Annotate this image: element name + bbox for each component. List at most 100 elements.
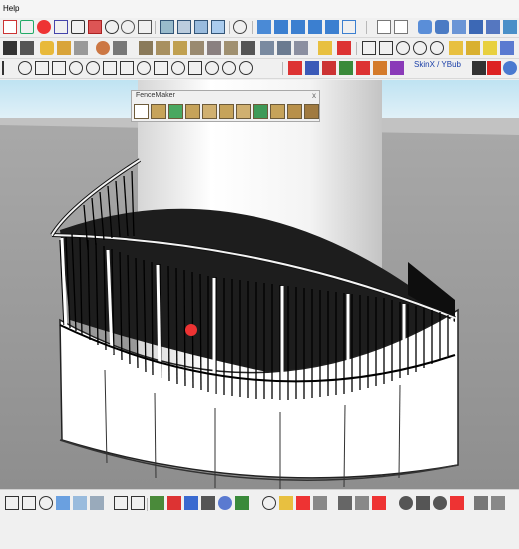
extrude-icon[interactable] (356, 61, 370, 75)
copy-icon[interactable] (313, 496, 327, 510)
align-icon[interactable] (184, 496, 198, 510)
zoom-extents-icon[interactable] (138, 20, 152, 34)
weld-icon[interactable] (277, 41, 291, 55)
move-icon[interactable] (88, 20, 102, 34)
distribute-icon[interactable] (201, 496, 215, 510)
select-similar-icon[interactable] (90, 496, 104, 510)
offset-icon[interactable] (154, 61, 168, 75)
paint-select-icon[interactable] (39, 496, 53, 510)
top-view-icon[interactable] (274, 20, 288, 34)
line-icon[interactable] (2, 61, 16, 75)
arc-3-icon[interactable] (171, 61, 185, 75)
sphere-icon[interactable] (399, 496, 413, 510)
solid-union-icon[interactable] (379, 41, 393, 55)
follow-icon[interactable] (188, 61, 202, 75)
explode-icon[interactable] (372, 496, 386, 510)
solid-subtract-icon[interactable] (396, 41, 410, 55)
solid-split-icon[interactable] (430, 41, 444, 55)
play-icon[interactable] (472, 61, 486, 75)
spline-icon[interactable] (120, 61, 134, 75)
roof-icon[interactable] (156, 41, 170, 55)
left-view-icon[interactable] (342, 20, 356, 34)
arrow-left-icon[interactable] (114, 496, 128, 510)
fence-type-4-icon[interactable] (202, 104, 217, 119)
push-up-icon[interactable] (235, 496, 249, 510)
user-icon[interactable] (233, 20, 247, 34)
materials-icon[interactable] (469, 20, 483, 34)
animation-icon[interactable] (503, 61, 517, 75)
freehand-icon[interactable] (35, 61, 49, 75)
delete-icon[interactable] (296, 496, 310, 510)
filter-icon[interactable] (5, 496, 19, 510)
mirror-icon[interactable] (355, 496, 369, 510)
list-icon[interactable] (3, 41, 17, 55)
cut-icon[interactable] (450, 496, 464, 510)
bars-icon[interactable] (20, 41, 34, 55)
cone-icon[interactable] (416, 496, 430, 510)
triangle-icon[interactable] (20, 20, 34, 34)
spiral-icon[interactable] (205, 61, 219, 75)
rectangle-icon[interactable] (52, 61, 66, 75)
rotate-icon[interactable] (105, 20, 119, 34)
soap-icon[interactable] (318, 41, 332, 55)
lasso-icon[interactable] (22, 496, 36, 510)
fence-type-10-icon[interactable] (304, 104, 319, 119)
join-icon[interactable] (294, 41, 308, 55)
open-file-icon[interactable] (394, 20, 408, 34)
fence-type-1-icon[interactable] (151, 104, 166, 119)
bezier-icon[interactable] (103, 61, 117, 75)
camera-icon[interactable] (96, 41, 110, 55)
menu-help[interactable]: Help (3, 4, 19, 13)
vertex-tool-icon[interactable] (288, 61, 302, 75)
fence-type-3-icon[interactable] (185, 104, 200, 119)
iso-view-icon[interactable] (257, 20, 271, 34)
crease-icon[interactable] (339, 61, 353, 75)
box-icon[interactable] (57, 41, 71, 55)
components-icon[interactable] (452, 20, 466, 34)
scale-axis-icon[interactable] (167, 496, 181, 510)
solid-trim-icon[interactable] (413, 41, 427, 55)
door-icon[interactable] (207, 41, 221, 55)
wall-icon[interactable] (173, 41, 187, 55)
select-icon[interactable] (3, 20, 17, 34)
section-icon[interactable] (362, 41, 376, 55)
stairs-icon[interactable] (139, 41, 153, 55)
shadow-icon[interactable] (74, 41, 88, 55)
bevel-icon[interactable] (373, 61, 387, 75)
warehouse-icon[interactable] (418, 20, 432, 34)
paint-icon[interactable] (40, 41, 54, 55)
push-pull-icon[interactable] (71, 20, 85, 34)
fence-type-9-icon[interactable] (287, 104, 302, 119)
erase-icon[interactable] (37, 20, 51, 34)
gear-icon[interactable] (241, 41, 255, 55)
new-file-icon[interactable] (377, 20, 391, 34)
fence-type-7-icon[interactable] (253, 104, 268, 119)
model-viewport[interactable] (0, 80, 519, 489)
export-icon[interactable] (491, 496, 505, 510)
fence-type-6-icon[interactable] (236, 104, 251, 119)
share-icon[interactable] (435, 20, 449, 34)
flag-icon[interactable] (474, 496, 488, 510)
knife-icon[interactable] (390, 61, 404, 75)
back-view-icon[interactable] (325, 20, 339, 34)
tape-icon[interactable] (54, 20, 68, 34)
pencil-icon[interactable] (337, 41, 351, 55)
star-icon[interactable] (113, 41, 127, 55)
close-icon[interactable]: x (312, 91, 316, 100)
subdivide-icon[interactable] (305, 61, 319, 75)
polygon-icon[interactable] (86, 61, 100, 75)
window-icon[interactable] (190, 41, 204, 55)
pan-icon[interactable] (177, 20, 191, 34)
right-view-icon[interactable] (308, 20, 322, 34)
shield-icon[interactable] (56, 496, 70, 510)
walk-icon[interactable] (194, 20, 208, 34)
fence-list-icon[interactable] (134, 104, 149, 119)
stop-icon[interactable] (487, 61, 501, 75)
zoom-icon[interactable] (121, 20, 135, 34)
tag-icon[interactable] (466, 41, 480, 55)
floor-icon[interactable] (224, 41, 238, 55)
shape-tool-icon[interactable] (262, 496, 276, 510)
move-axis-icon[interactable] (150, 496, 164, 510)
fence-type-5-icon[interactable] (219, 104, 234, 119)
fence-type-2-icon[interactable] (168, 104, 183, 119)
